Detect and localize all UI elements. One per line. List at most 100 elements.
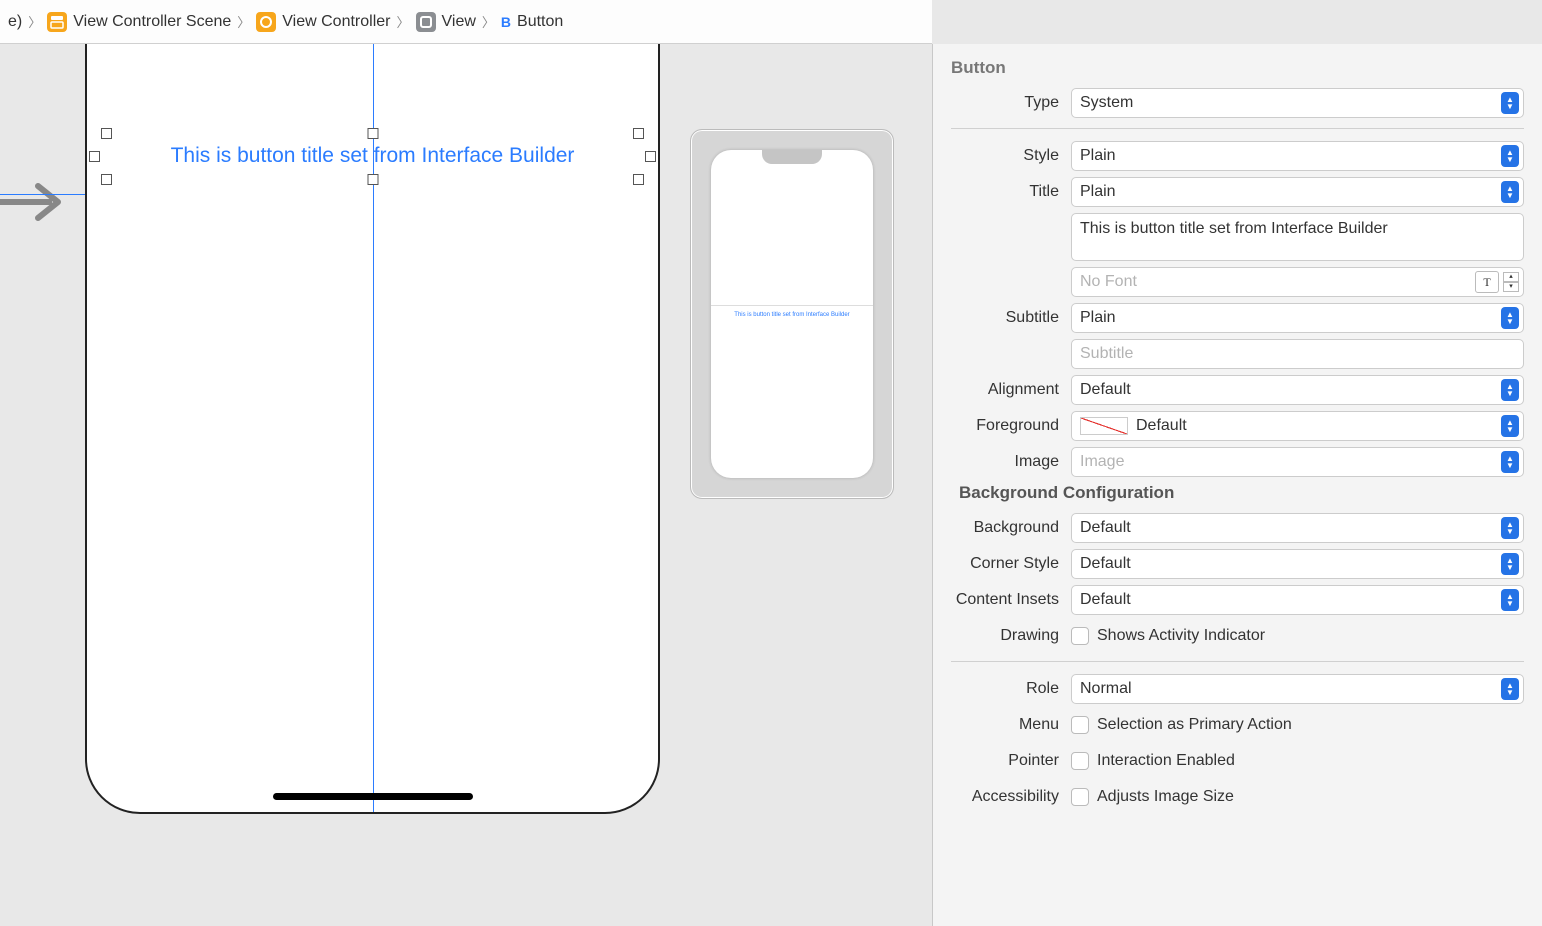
subtitle-text-input[interactable]: Subtitle [1071,339,1524,369]
chevron-up-down-icon: ▲▼ [1501,379,1519,401]
selection-primary-label: Selection as Primary Action [1097,716,1292,734]
role-label: Role [951,680,1071,698]
style-label: Style [951,147,1071,165]
corner-style-value: Default [1080,555,1501,573]
corner-style-select[interactable]: Default▲▼ [1071,549,1524,579]
chevron-up-down-icon: ▲▼ [1501,415,1519,437]
thumb-divider [711,305,873,306]
title-text-input[interactable]: This is button title set from Interface … [1071,213,1524,261]
color-swatch-icon [1080,417,1128,435]
interaction-enabled-checkbox[interactable] [1071,752,1089,770]
chevron-up-down-icon: ▲▼ [1501,589,1519,611]
resize-handle-tr[interactable] [633,128,644,139]
resize-handle-tc[interactable] [367,128,378,139]
resize-handle-bl[interactable] [101,174,112,185]
resize-handle-tl[interactable] [101,128,112,139]
foreground-label: Foreground [951,417,1071,435]
view-controller-icon [256,12,276,32]
foreground-value: Default [1136,417,1501,435]
chevron-up-down-icon: ▲▼ [1501,145,1519,167]
alignment-value: Default [1080,381,1501,399]
thumb-notch [762,150,822,164]
divider [951,128,1524,129]
crumb-scene-label: View Controller Scene [73,13,231,31]
canvas-thumbnail[interactable]: This is button title set from Interface … [690,129,894,499]
chevron-up-down-icon: ▲▼ [1501,517,1519,539]
crumb-view-label: View [442,13,476,31]
selection-primary-checkbox[interactable] [1071,716,1089,734]
type-value: System [1080,94,1501,112]
font-stepper[interactable]: ▴▾ [1503,272,1519,292]
subtitle-label: Subtitle [951,309,1071,327]
font-placeholder: No Font [1080,273,1475,291]
resize-handle-bc[interactable] [367,174,378,185]
breadcrumb: e) 〉 View Controller Scene 〉 View Contro… [0,0,932,44]
subtitle-placeholder: Subtitle [1080,345,1133,363]
title-value: Plain [1080,183,1501,201]
crumb-view[interactable]: View [416,12,476,32]
background-value: Default [1080,519,1501,537]
accessibility-label: Accessibility [951,788,1071,806]
chevron-right-icon: 〉 [396,12,409,31]
selected-button[interactable]: This is button title set from Interface … [102,141,643,171]
constraint-guide-left [0,194,85,195]
interaction-enabled-label: Interaction Enabled [1097,752,1235,770]
resize-handle-mr[interactable] [645,151,656,162]
scene-icon [47,12,67,32]
background-select[interactable]: Default▲▼ [1071,513,1524,543]
crumb-scene[interactable]: View Controller Scene [47,12,231,32]
crumb-root-label: e) [8,13,22,31]
role-select[interactable]: Normal▲▼ [1071,674,1524,704]
alignment-select[interactable]: Default▲▼ [1071,375,1524,405]
view-icon [416,12,436,32]
style-select[interactable]: Plain▲▼ [1071,141,1524,171]
resize-handle-ml[interactable] [89,151,100,162]
chevron-up-down-icon: ▲▼ [1501,553,1519,575]
crumb-root[interactable]: e) [8,13,22,31]
content-insets-value: Default [1080,591,1501,609]
thumb-button-title: This is button title set from Interface … [719,312,865,318]
content-insets-select[interactable]: Default▲▼ [1071,585,1524,615]
corner-style-label: Corner Style [951,555,1071,573]
chevron-right-icon: 〉 [482,12,495,31]
font-picker-icon[interactable]: T [1475,271,1499,293]
chevron-up-down-icon: ▲▼ [1501,678,1519,700]
subtitle-select[interactable]: Plain▲▼ [1071,303,1524,333]
background-label: Background [951,519,1071,537]
image-select[interactable]: Image▲▼ [1071,447,1524,477]
crumb-button[interactable]: B Button [501,13,563,31]
device-frame: This is button title set from Interface … [85,44,660,814]
thumb-device: This is button title set from Interface … [711,150,873,478]
chevron-right-icon: 〉 [237,12,250,31]
role-value: Normal [1080,680,1501,698]
type-label: Type [951,94,1071,112]
resize-handle-br[interactable] [633,174,644,185]
home-indicator [273,793,473,800]
divider [951,661,1524,662]
adjusts-image-checkbox[interactable] [1071,788,1089,806]
foreground-select[interactable]: Default▲▼ [1071,411,1524,441]
menu-label: Menu [951,716,1071,734]
adjusts-image-label: Adjusts Image Size [1097,788,1234,806]
chevron-up-down-icon: ▲▼ [1501,451,1519,473]
crumb-vc-label: View Controller [282,13,390,31]
background-config-header: Background Configuration [959,483,1524,503]
font-select[interactable]: No FontT▴▾ [1071,267,1524,297]
type-select[interactable]: System▲▼ [1071,88,1524,118]
crumb-vc[interactable]: View Controller [256,12,390,32]
canvas[interactable]: This is button title set from Interface … [0,44,932,926]
selected-button-title: This is button title set from Interface … [102,141,643,171]
activity-indicator-label: Shows Activity Indicator [1097,627,1265,645]
chevron-right-icon: 〉 [28,12,41,31]
pointer-label: Pointer [951,752,1071,770]
title-label: Title [951,183,1071,201]
attributes-inspector: Button Type System▲▼ Style Plain▲▼ Title… [932,44,1542,926]
title-select[interactable]: Plain▲▼ [1071,177,1524,207]
activity-indicator-checkbox[interactable] [1071,627,1089,645]
inspector-title: Button [933,44,1542,88]
chevron-up-down-icon: ▲▼ [1501,92,1519,114]
chevron-up-down-icon: ▲▼ [1501,181,1519,203]
button-icon: B [501,14,511,30]
content-insets-label: Content Insets [951,591,1071,609]
style-value: Plain [1080,147,1501,165]
